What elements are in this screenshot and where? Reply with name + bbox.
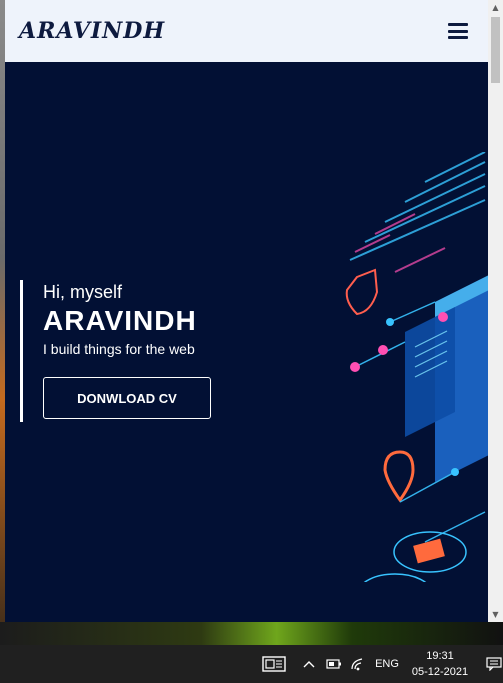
menu-bar (448, 29, 468, 33)
notification-icon[interactable] (484, 645, 503, 683)
download-cv-button[interactable]: DONWLOAD CV (43, 377, 211, 419)
page-scrollbar[interactable]: ▲ ▼ (488, 0, 503, 622)
circuit-node (386, 318, 394, 326)
shield-icon (345, 268, 379, 316)
clock-date: 05-12-2021 (411, 666, 469, 678)
menu-bar (448, 23, 468, 26)
circuit-node (378, 345, 388, 355)
language-indicator[interactable]: ENG (372, 645, 402, 683)
hero-tagline: I build things for the web (43, 341, 195, 357)
isometric-tech-illustration (345, 152, 488, 582)
browser-window: ARAVINDH Hi, myself ARAVINDH I build thi… (5, 0, 503, 622)
circuit-node (451, 468, 459, 476)
wifi-icon-ring (363, 573, 427, 582)
hero-name: ARAVINDH (43, 305, 197, 336)
site-navbar: ARAVINDH (5, 0, 488, 62)
battery-icon[interactable] (324, 645, 344, 683)
circuit-node (350, 362, 360, 372)
taskbar-clock[interactable]: 19:31 05-12-2021 (404, 648, 476, 680)
wifi-icon[interactable] (348, 645, 368, 683)
chevron-up-icon[interactable] (300, 645, 318, 683)
hamburger-menu-icon[interactable] (448, 23, 468, 39)
hero-intro: Hi, myself ARAVINDH I build things for t… (20, 280, 211, 422)
scroll-down-arrow-icon[interactable]: ▼ (488, 607, 503, 622)
menu-bar (448, 36, 468, 39)
circuit-node (438, 312, 448, 322)
scroll-thumb[interactable] (491, 17, 500, 83)
scroll-up-arrow-icon[interactable]: ▲ (488, 0, 503, 15)
hero-section: Hi, myself ARAVINDH I build things for t… (5, 62, 488, 622)
site-brand-logo[interactable]: ARAVINDH (19, 18, 165, 44)
location-pin-icon (383, 450, 415, 503)
windows-taskbar: ENG 19:31 05-12-2021 (0, 645, 503, 683)
desktop-wallpaper-bottom (0, 622, 503, 645)
news-widget-icon[interactable] (258, 645, 290, 683)
clock-time: 19:31 (426, 650, 454, 662)
hero-greeting: Hi, myself (43, 282, 123, 302)
document-icon (413, 538, 445, 564)
